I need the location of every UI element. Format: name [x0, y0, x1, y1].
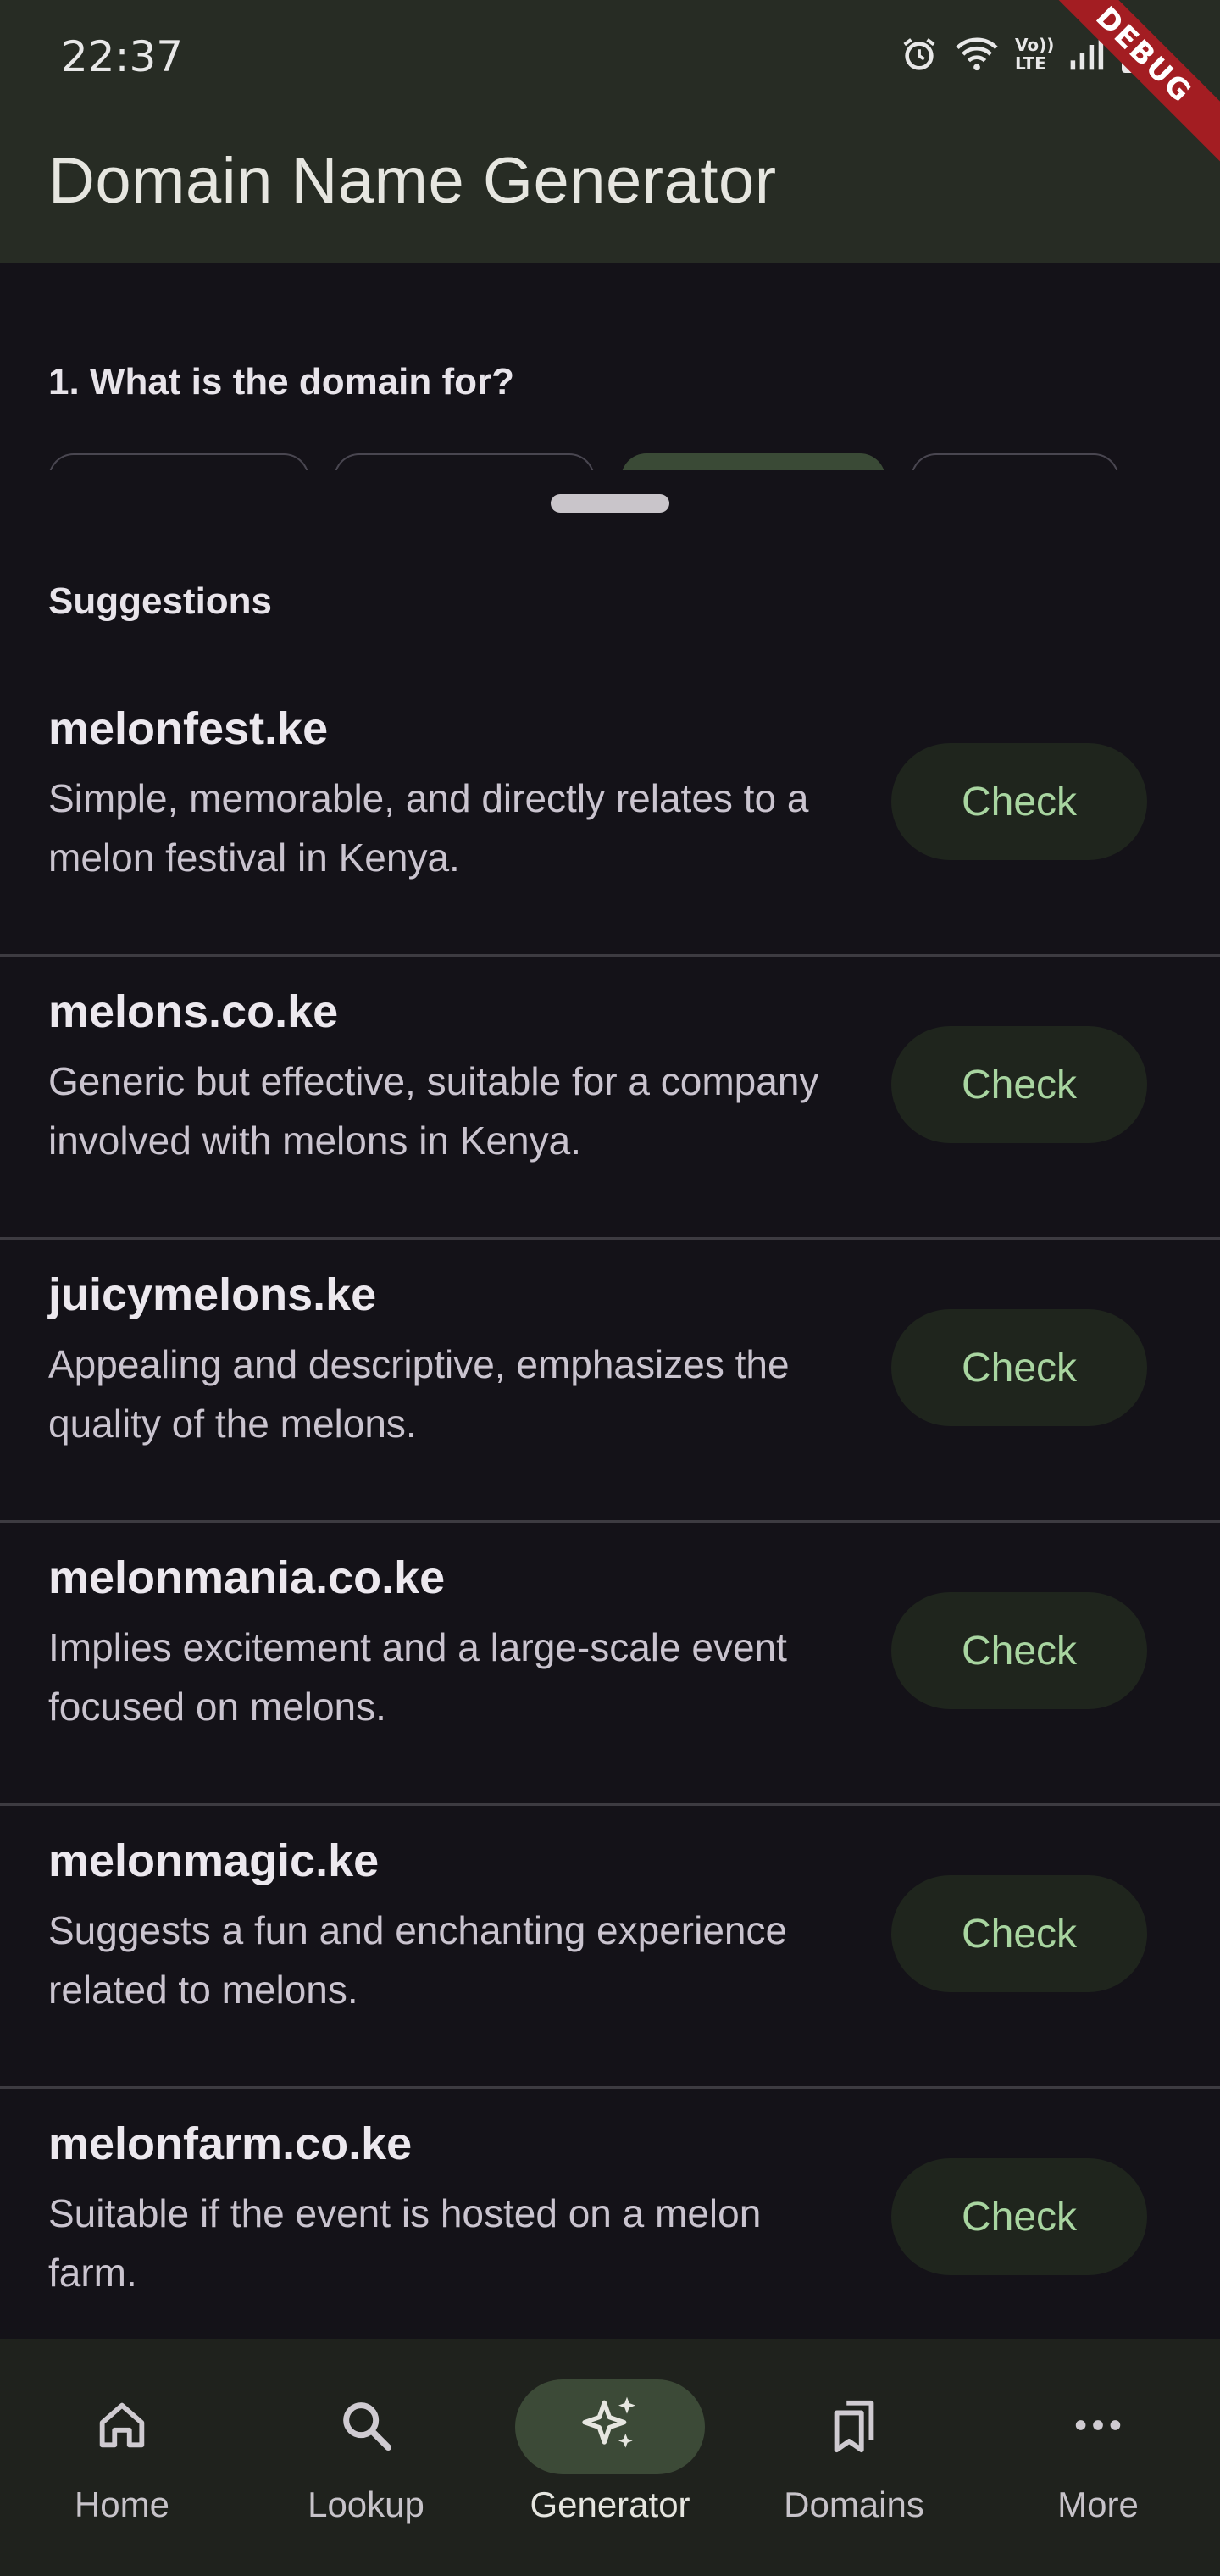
nav-item-lookup[interactable]: Lookup — [256, 2379, 476, 2525]
domain-description: Simple, memorable, and directly relates … — [48, 776, 809, 880]
page-title: Domain Name Generator — [48, 145, 777, 217]
wifi-icon — [954, 35, 1000, 74]
status-time: 22:37 — [61, 32, 184, 81]
suggestion-item: melonfarm.co.ke Suitable if the event is… — [0, 2089, 1220, 2372]
domain-description: Implies excitement and a large-scale eve… — [48, 1625, 787, 1729]
sheet-drag-handle[interactable] — [551, 494, 669, 513]
check-button[interactable]: Check — [891, 743, 1147, 860]
suggestion-item: melonmania.co.ke Implies excitement and … — [0, 1523, 1220, 1806]
nav-label: More — [1057, 2484, 1139, 2524]
domain-name: juicymelons.ke — [48, 1269, 377, 1320]
suggestion-item: melons.co.ke Generic but effective, suit… — [0, 957, 1220, 1240]
nav-label: Domains — [784, 2484, 924, 2524]
nav-item-domains[interactable]: Domains — [744, 2379, 964, 2525]
domain-description: Generic but effective, suitable for a co… — [48, 1059, 819, 1163]
check-button[interactable]: Check — [891, 2158, 1147, 2275]
suggestion-item: juicymelons.ke Appealing and descriptive… — [0, 1240, 1220, 1523]
app-bar: Domain Name Generator — [0, 119, 1220, 263]
nav-item-home[interactable]: Home — [12, 2379, 232, 2525]
question-label: 1. What is the domain for? — [48, 361, 515, 402]
nav-label: Lookup — [308, 2484, 424, 2524]
domain-name: melonmagic.ke — [48, 1835, 380, 1886]
suggestion-list: melonfest.ke Simple, memorable, and dire… — [0, 674, 1220, 2372]
suggestion-item: melonmagic.ke Suggests a fun and enchant… — [0, 1806, 1220, 2089]
check-button[interactable]: Check — [891, 1875, 1147, 1992]
nav-label: Generator — [530, 2484, 690, 2524]
volte-icon: Vo)) LTE — [1015, 35, 1055, 74]
check-button[interactable]: Check — [891, 1309, 1147, 1426]
domain-name: melonfest.ke — [48, 703, 329, 754]
status-bar: 22:37 Vo)) LTE — [0, 0, 1220, 119]
more-icon — [1068, 2396, 1128, 2458]
suggestions-title: Suggestions — [48, 580, 273, 622]
domain-description: Suitable if the event is hosted on a mel… — [48, 2191, 762, 2295]
nav-item-generator[interactable]: Generator — [500, 2379, 720, 2525]
domain-name: melonmania.co.ke — [48, 1552, 446, 1603]
bookmarks-icon — [824, 2396, 884, 2458]
nav-item-more[interactable]: More — [988, 2379, 1208, 2525]
nav-label: Home — [74, 2484, 170, 2524]
suggestions-sheet: Suggestions melonfest.ke Simple, memorab… — [0, 470, 1220, 2339]
bottom-nav: Home Lookup Generator Domains More — [0, 2339, 1220, 2576]
sparkle-icon — [576, 2391, 644, 2462]
alarm-icon — [900, 35, 939, 74]
suggestion-item: melonfest.ke Simple, memorable, and dire… — [0, 674, 1220, 957]
home-icon — [92, 2396, 152, 2458]
check-button[interactable]: Check — [891, 1592, 1147, 1709]
search-icon — [336, 2396, 396, 2458]
check-button[interactable]: Check — [891, 1026, 1147, 1143]
domain-name: melons.co.ke — [48, 986, 339, 1037]
domain-description: Appealing and descriptive, emphasizes th… — [48, 1342, 790, 1446]
domain-description: Suggests a fun and enchanting experience… — [48, 1908, 788, 2012]
domain-name: melonfarm.co.ke — [48, 2118, 413, 2169]
